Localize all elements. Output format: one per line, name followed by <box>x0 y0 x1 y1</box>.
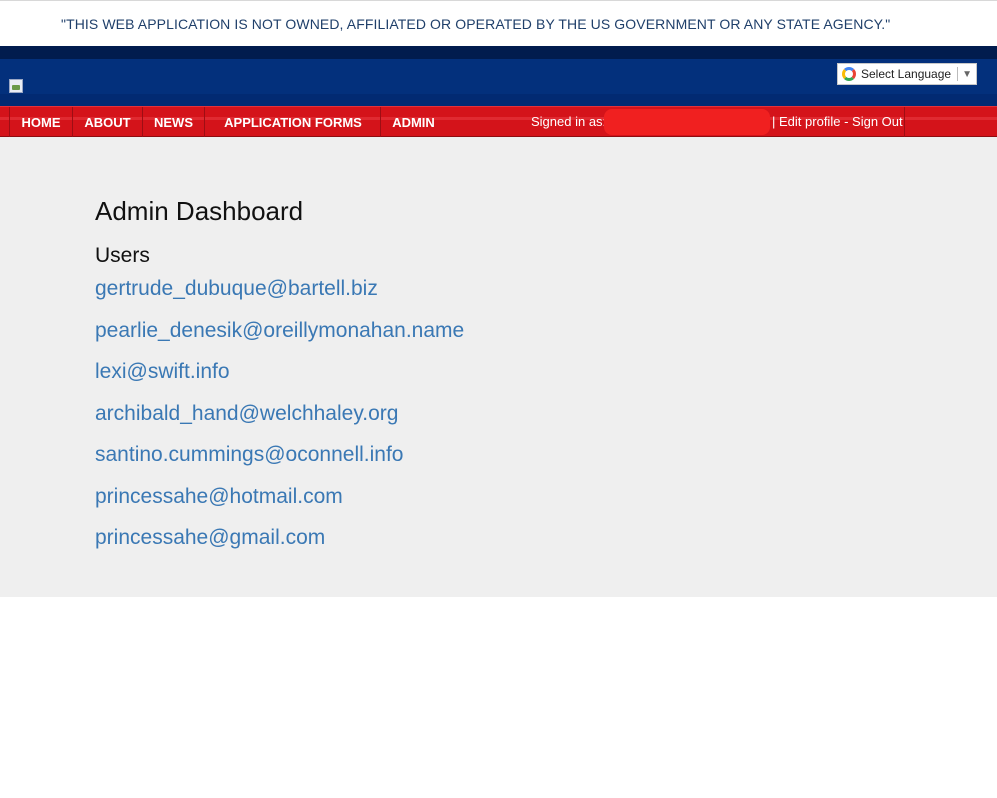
language-select-label: Select Language <box>861 67 952 81</box>
page-title: Admin Dashboard <box>95 196 304 226</box>
nav-news[interactable]: NEWS <box>142 107 204 137</box>
disclaimer-bar: "THIS WEB APPLICATION IS NOT OWNED, AFFI… <box>0 0 997 46</box>
profile-separator: | <box>772 114 776 129</box>
nav-application-forms[interactable]: APPLICATION FORMS <box>204 107 381 137</box>
dashboard-panel: Admin Dashboard Users gertrude_dubuque@b… <box>0 137 997 597</box>
signed-in-label: Signed in as: <box>531 114 607 129</box>
user-email-link[interactable]: princessahe@gmail.com <box>95 526 325 549</box>
language-select-divider <box>957 67 959 81</box>
list-item: archibald_hand@welchhaley.org <box>95 402 464 444</box>
site-header: Select Language ▼ <box>0 46 997 106</box>
broken-logo-image-icon[interactable] <box>9 79 23 93</box>
list-item: pearlie_denesik@oreillymonahan.name <box>95 319 464 361</box>
list-item: lexi@swift.info <box>95 360 464 402</box>
sign-out-link[interactable]: Sign Out <box>852 114 903 129</box>
users-heading: Users <box>95 244 150 267</box>
user-email-link[interactable]: lexi@swift.info <box>95 360 230 383</box>
list-item: princessahe@gmail.com <box>95 526 464 568</box>
redacted-username <box>604 109 770 135</box>
nav-about[interactable]: ABOUT <box>72 107 142 137</box>
list-item: santino.cummings@oconnell.info <box>95 443 464 485</box>
nav-admin[interactable]: ADMIN <box>380 107 446 137</box>
user-list: gertrude_dubuque@bartell.biz pearlie_den… <box>95 277 464 568</box>
user-email-link[interactable]: princessahe@hotmail.com <box>95 485 343 508</box>
user-email-link[interactable]: santino.cummings@oconnell.info <box>95 443 403 466</box>
profile-dash: - <box>844 114 849 129</box>
nav-end-divider <box>904 107 905 137</box>
chevron-down-icon: ▼ <box>962 68 972 80</box>
profile-links: | Edit profile - Sign Out <box>772 114 903 129</box>
google-g-icon <box>842 67 856 81</box>
header-top-stripe <box>0 46 997 59</box>
user-email-link[interactable]: gertrude_dubuque@bartell.biz <box>95 277 378 300</box>
nav-home[interactable]: HOME <box>9 107 72 137</box>
user-email-link[interactable]: archibald_hand@welchhaley.org <box>95 402 398 425</box>
list-item: princessahe@hotmail.com <box>95 485 464 527</box>
disclaimer-text: "THIS WEB APPLICATION IS NOT OWNED, AFFI… <box>61 16 891 32</box>
edit-profile-link[interactable]: Edit profile <box>779 114 840 129</box>
language-select[interactable]: Select Language ▼ <box>837 63 977 85</box>
main-nav: HOME ABOUT NEWS APPLICATION FORMS ADMIN … <box>0 106 997 137</box>
list-item: gertrude_dubuque@bartell.biz <box>95 277 464 319</box>
user-email-link[interactable]: pearlie_denesik@oreillymonahan.name <box>95 319 464 342</box>
